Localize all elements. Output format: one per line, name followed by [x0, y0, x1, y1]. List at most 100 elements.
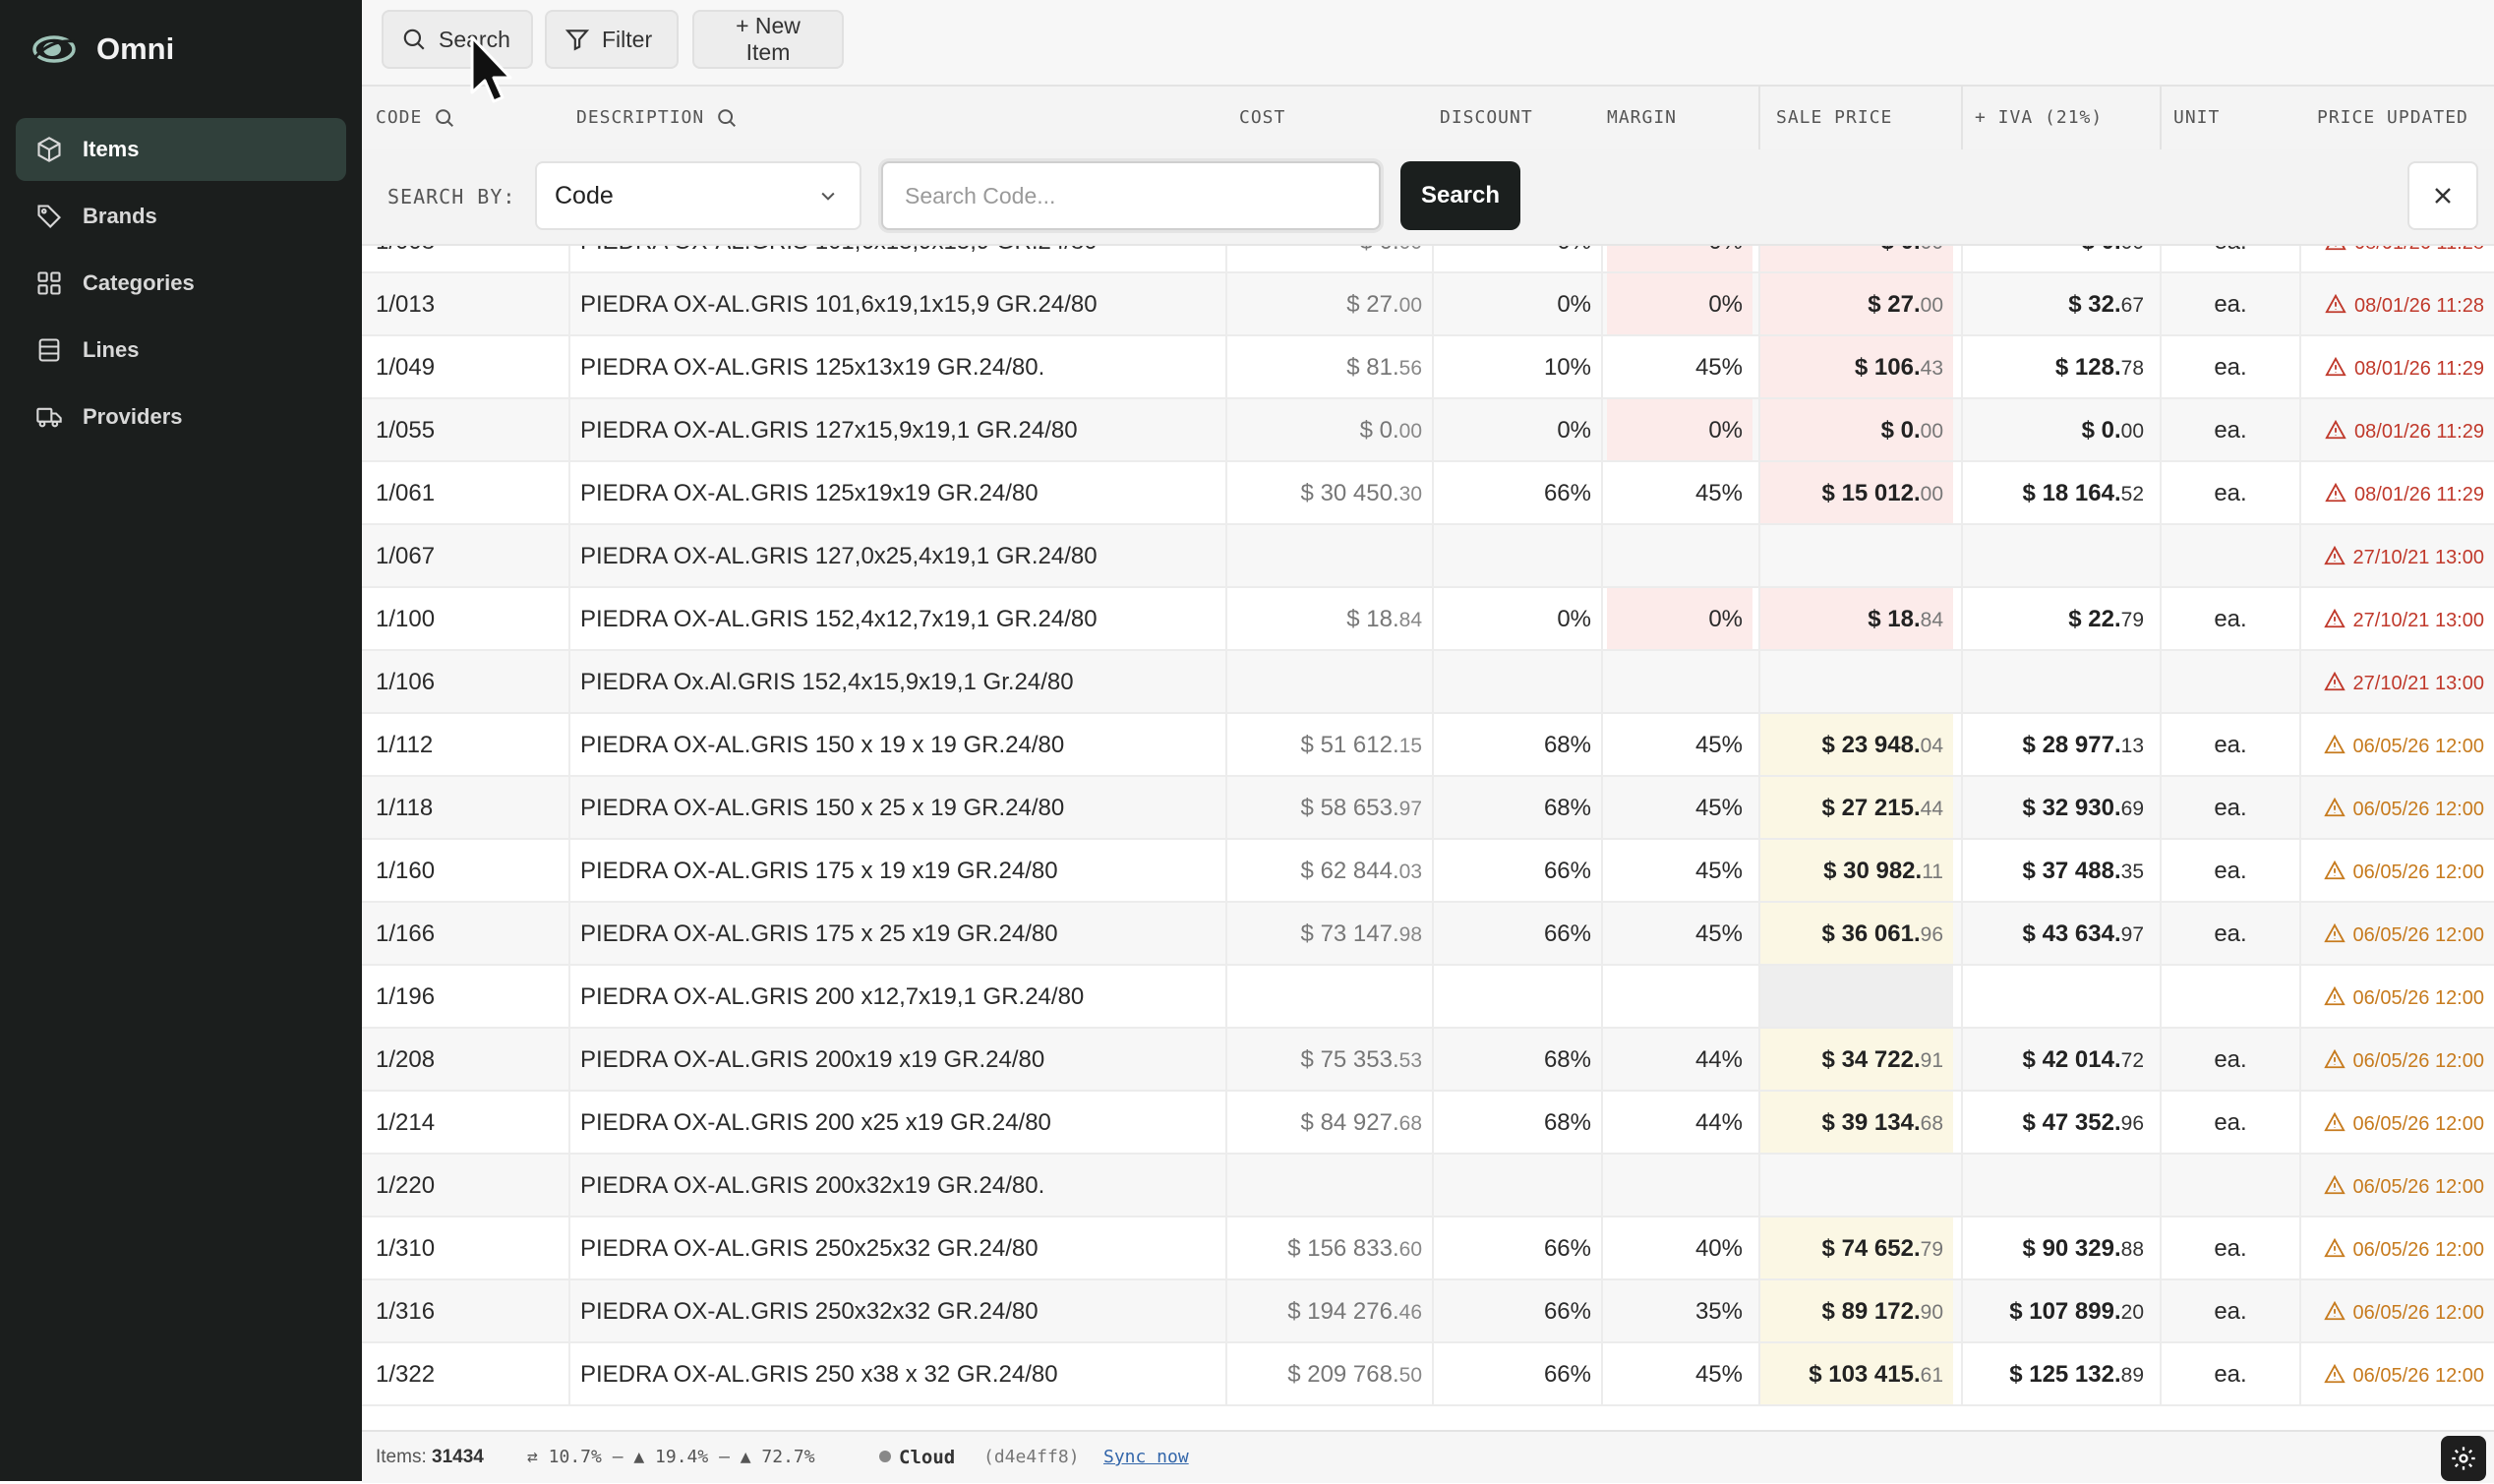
cell-discount: 0% — [1557, 291, 1591, 318]
table-row[interactable]: 1/106 PIEDRA Ox.Al.GRIS 152,4x15,9x19,1 G… — [362, 651, 2494, 714]
column-header-code[interactable]: CODE — [376, 87, 455, 149]
cell-unit — [2162, 966, 2299, 1027]
column-header-cost[interactable]: COST — [1239, 87, 1285, 149]
search-submit-button[interactable]: Search — [1400, 161, 1520, 230]
cell-iva-price: $ 125 132.89 — [2009, 1361, 2144, 1388]
cell-description: PIEDRA OX-AL.GRIS 200 x25 x19 GR.24/80 — [580, 1109, 1051, 1136]
warning-icon — [2325, 419, 2346, 440]
cell-unit: ea. — [2214, 1046, 2247, 1073]
sidebar-item-brands[interactable]: Brands — [16, 185, 346, 248]
column-divider — [1225, 244, 1227, 271]
table-body: 1/008 PIEDRA OX-AL.GRIS 101,6x13,9x15,9 G… — [362, 244, 2494, 1428]
column-divider — [2160, 651, 2162, 712]
column-header-discount[interactable]: DISCOUNT — [1440, 87, 1533, 149]
column-divider — [1225, 777, 1227, 838]
cell-iva-price: $ 22.79 — [2068, 606, 2144, 632]
column-divider — [1432, 399, 1434, 460]
sidebar-item-categories[interactable]: Categories — [16, 252, 346, 315]
table-row[interactable]: 1/208 PIEDRA OX-AL.GRIS 200x19 x19 GR.24/… — [362, 1029, 2494, 1092]
column-divider — [1758, 966, 1760, 1027]
column-divider — [1601, 525, 1603, 586]
cell-margin — [1607, 525, 1752, 586]
cell-code: 1/049 — [376, 354, 436, 381]
sidebar-item-providers[interactable]: Providers — [16, 386, 346, 448]
column-header-description[interactable]: DESCRIPTION — [576, 87, 738, 149]
sidebar-item-lines[interactable]: Lines — [16, 319, 346, 382]
column-header-unit[interactable]: UNIT — [2173, 87, 2220, 149]
cell-price-updated: 06/05/26 12:00 — [2311, 1155, 2494, 1216]
app-logo[interactable]: Omni — [31, 28, 174, 71]
column-divider — [568, 1029, 570, 1090]
column-divider — [2299, 1092, 2301, 1153]
column-divider — [568, 777, 570, 838]
column-divider — [2299, 1343, 2301, 1404]
sync-now-link[interactable]: Sync now — [1103, 1432, 1189, 1481]
column-header-sale-price[interactable]: SALE PRICE — [1776, 87, 1892, 149]
settings-button[interactable] — [2441, 1436, 2486, 1481]
column-divider — [2299, 588, 2301, 649]
column-header-price-updated[interactable]: PRICE UPDATED — [2317, 87, 2468, 149]
cell-margin: 35% — [1694, 1298, 1743, 1325]
warning-icon — [2323, 734, 2346, 754]
filter-button-label: Filter — [602, 26, 653, 52]
column-divider — [1961, 714, 1963, 775]
table-row[interactable]: 1/100 PIEDRA OX-AL.GRIS 152,4x12,7x19,1 G… — [362, 588, 2494, 651]
column-header-margin[interactable]: MARGIN — [1607, 87, 1677, 149]
column-divider — [568, 399, 570, 460]
search-icon[interactable] — [434, 107, 455, 129]
sidebar-item-items[interactable]: Items — [16, 118, 346, 181]
column-divider — [1758, 399, 1760, 460]
cell-sale-price: $ 39 134.68 — [1760, 1092, 1953, 1153]
cell-description: PIEDRA OX-AL.GRIS 125x13x19 GR.24/80. — [580, 354, 1045, 381]
cell-sale-price: $ 0.00 — [1760, 399, 1953, 460]
truck-icon — [36, 407, 62, 428]
search-icon[interactable] — [716, 107, 738, 129]
cell-iva-price: $ 43 634.97 — [2022, 920, 2144, 947]
column-divider — [1961, 87, 1963, 149]
table-row[interactable]: 1/067 PIEDRA OX-AL.GRIS 127,0x25,4x19,1 G… — [362, 525, 2494, 588]
cell-sale-price: $ 15 012.00 — [1760, 462, 1953, 523]
column-divider — [568, 966, 570, 1027]
cell-iva-price: $ 0.00 — [2081, 417, 2144, 444]
new-item-button[interactable]: + New Item — [692, 10, 844, 69]
search-input[interactable] — [881, 161, 1381, 230]
table-row[interactable]: 1/112 PIEDRA OX-AL.GRIS 150 x 19 x 19 GR.… — [362, 714, 2494, 777]
column-header-iva[interactable]: + IVA (21%) — [1975, 87, 2103, 149]
cell-price-updated: 06/05/26 12:00 — [2311, 840, 2494, 901]
close-search-button[interactable] — [2407, 161, 2478, 230]
table-row[interactable]: 1/061 PIEDRA OX-AL.GRIS 125x19x19 GR.24/8… — [362, 462, 2494, 525]
warning-icon — [2323, 1300, 2346, 1321]
table-row[interactable]: 1/316 PIEDRA OX-AL.GRIS 250x32x32 GR.24/8… — [362, 1280, 2494, 1343]
column-divider — [1225, 1029, 1227, 1090]
warning-icon — [2323, 1237, 2346, 1258]
column-divider — [1758, 651, 1760, 712]
table-row[interactable]: 1/166 PIEDRA OX-AL.GRIS 175 x 25 x19 GR.2… — [362, 903, 2494, 966]
table-row[interactable]: 1/196 PIEDRA OX-AL.GRIS 200 x12,7x19,1 GR… — [362, 966, 2494, 1029]
table-row[interactable]: 1/049 PIEDRA OX-AL.GRIS 125x13x19 GR.24/8… — [362, 336, 2494, 399]
column-divider — [2160, 244, 2162, 271]
cell-unit: ea. — [2214, 1361, 2247, 1388]
column-divider — [1961, 336, 1963, 397]
table-row[interactable]: 1/214 PIEDRA OX-AL.GRIS 200 x25 x19 GR.24… — [362, 1092, 2494, 1155]
column-divider — [1758, 462, 1760, 523]
cell-price-updated: 06/05/26 12:00 — [2311, 966, 2494, 1027]
table-row[interactable]: 1/013 PIEDRA OX-AL.GRIS 101,6x19,1x15,9 G… — [362, 273, 2494, 336]
filter-button[interactable]: Filter — [545, 10, 679, 69]
sidebar-item-label: Items — [83, 137, 140, 161]
cell-price-updated: 06/05/26 12:00 — [2311, 903, 2494, 964]
table-row[interactable]: 1/322 PIEDRA OX-AL.GRIS 250 x38 x 32 GR.2… — [362, 1343, 2494, 1406]
table-row[interactable]: 1/220 PIEDRA OX-AL.GRIS 200x32x19 GR.24/8… — [362, 1155, 2494, 1217]
column-divider — [2160, 777, 2162, 838]
cell-price-updated: 06/05/26 12:00 — [2311, 1343, 2494, 1404]
column-divider — [1432, 651, 1434, 712]
table-row[interactable]: 1/118 PIEDRA OX-AL.GRIS 150 x 25 x 19 GR.… — [362, 777, 2494, 840]
warning-icon — [2323, 1363, 2346, 1384]
table-row[interactable]: 1/055 PIEDRA OX-AL.GRIS 127x15,9x19,1 GR.… — [362, 399, 2494, 462]
cell-margin — [1607, 651, 1752, 712]
search-field-select[interactable]: Code — [535, 161, 861, 230]
cell-cost — [1239, 525, 1432, 586]
table-row[interactable]: 1/160 PIEDRA OX-AL.GRIS 175 x 19 x19 GR.2… — [362, 840, 2494, 903]
column-divider — [1225, 462, 1227, 523]
table-row[interactable]: 1/008 PIEDRA OX-AL.GRIS 101,6x13,9x15,9 G… — [362, 244, 2494, 273]
table-row[interactable]: 1/310 PIEDRA OX-AL.GRIS 250x25x32 GR.24/8… — [362, 1217, 2494, 1280]
